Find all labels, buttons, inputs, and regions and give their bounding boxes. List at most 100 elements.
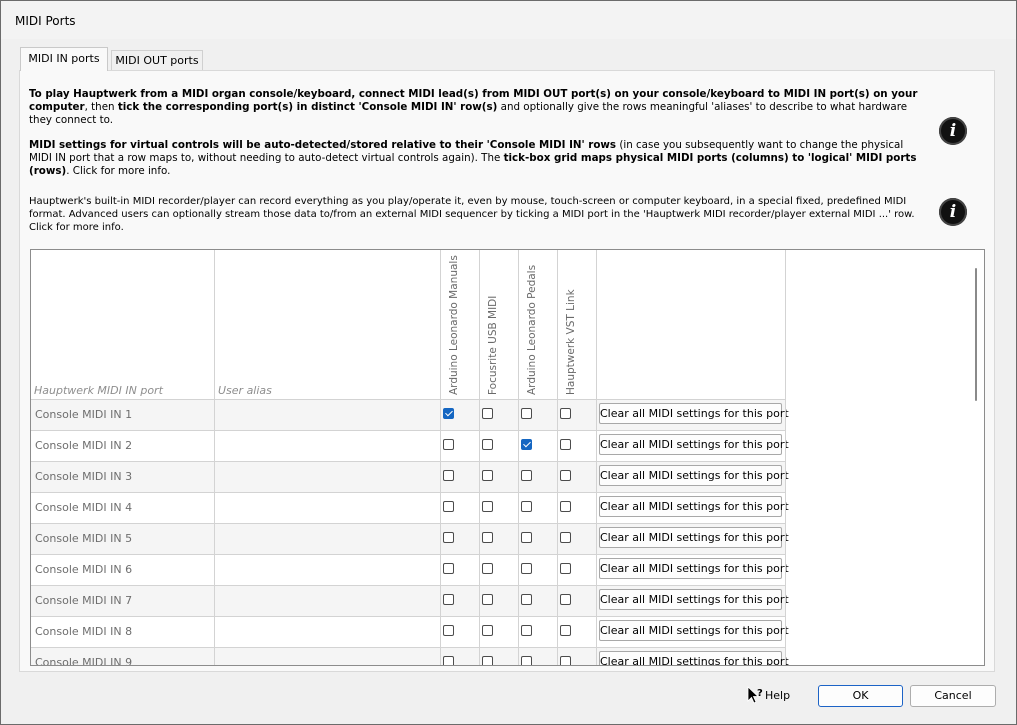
clear-settings-button[interactable]: Clear all MIDI settings for this port [599, 465, 789, 486]
port-checkbox[interactable] [443, 439, 454, 450]
port-checkbox[interactable] [521, 501, 532, 512]
port-checkbox[interactable] [443, 594, 454, 605]
grid-divider [785, 250, 786, 665]
port-checkbox[interactable] [521, 470, 532, 481]
port-checkbox[interactable] [560, 563, 571, 574]
port-checkbox[interactable] [482, 563, 493, 574]
port-checkbox[interactable] [482, 656, 493, 665]
row-port-label: Console MIDI IN 6 [35, 563, 133, 576]
cancel-button[interactable]: Cancel [910, 685, 996, 707]
clear-settings-button[interactable]: Clear all MIDI settings for this port [599, 496, 789, 517]
tab-midi-in-ports[interactable]: MIDI IN ports [20, 47, 108, 71]
port-checkbox[interactable] [560, 501, 571, 512]
grid-divider [31, 430, 785, 431]
port-checkbox[interactable] [521, 408, 532, 419]
tab-panel: To play Hauptwerk from a MIDI organ cons… [19, 70, 995, 672]
port-checkbox[interactable] [482, 408, 493, 419]
tab-midi-out-ports[interactable]: MIDI OUT ports [111, 50, 203, 70]
port-checkbox[interactable] [560, 656, 571, 665]
port-checkbox[interactable] [560, 470, 571, 481]
row-port-label: Console MIDI IN 3 [35, 470, 133, 483]
info-icon[interactable]: i [939, 117, 967, 145]
ok-button[interactable]: OK [818, 685, 903, 707]
row-alias-field[interactable] [218, 470, 438, 484]
port-checkbox[interactable] [560, 625, 571, 636]
port-checkbox[interactable] [560, 439, 571, 450]
row-alias-field[interactable] [218, 408, 438, 422]
grid-divider [557, 250, 558, 665]
intro-paragraph-1: To play Hauptwerk from a MIDI organ cons… [29, 88, 918, 126]
table-row: Console MIDI IN 3 Clear all MIDI settings… [31, 461, 789, 492]
intro-paragraph-3: Hauptwerk's built-in MIDI recorder/playe… [29, 196, 915, 233]
port-checkbox[interactable] [443, 625, 454, 636]
midi-ports-dialog: MIDI Ports MIDI IN ports MIDI OUT ports … [0, 0, 1017, 725]
port-checkbox[interactable] [443, 532, 454, 543]
table-row: Console MIDI IN 1 Clear all MIDI settings… [31, 399, 789, 430]
svg-text:?: ? [757, 688, 763, 699]
port-checkbox[interactable] [482, 470, 493, 481]
grid-divider [479, 250, 480, 665]
port-checkbox[interactable] [443, 470, 454, 481]
port-column-header: Focusrite USB MIDI [487, 295, 499, 395]
alias-column-header: User alias [218, 384, 272, 397]
table-row: Console MIDI IN 4 Clear all MIDI settings… [31, 492, 789, 523]
port-checkbox[interactable] [521, 656, 532, 665]
row-alias-field[interactable] [218, 594, 438, 608]
port-checkbox[interactable] [482, 532, 493, 543]
port-checkbox[interactable] [482, 625, 493, 636]
port-checkbox[interactable] [443, 563, 454, 574]
clear-settings-button[interactable]: Clear all MIDI settings for this port [599, 589, 789, 610]
port-checkbox[interactable] [482, 439, 493, 450]
grid-divider [596, 250, 597, 665]
row-port-label: Console MIDI IN 7 [35, 594, 133, 607]
port-checkbox[interactable] [560, 532, 571, 543]
clear-settings-button[interactable]: Clear all MIDI settings for this port [599, 434, 789, 455]
table-row: Console MIDI IN 5 Clear all MIDI settings… [31, 523, 789, 554]
port-checkbox[interactable] [443, 656, 454, 665]
grid-divider [31, 554, 785, 555]
port-checkbox[interactable] [521, 594, 532, 605]
port-checkbox[interactable] [521, 439, 532, 450]
row-alias-field[interactable] [218, 532, 438, 546]
row-port-label: Console MIDI IN 2 [35, 439, 133, 452]
port-checkbox[interactable] [482, 501, 493, 512]
grid-divider [31, 523, 785, 524]
port-checkbox[interactable] [443, 501, 454, 512]
row-alias-field[interactable] [218, 439, 438, 453]
table-row: Console MIDI IN 2 Clear all MIDI settings… [31, 430, 789, 461]
grid-divider [31, 492, 785, 493]
grid-divider [31, 647, 785, 648]
row-port-label: Console MIDI IN 4 [35, 501, 133, 514]
title-bar: MIDI Ports [1, 1, 1016, 39]
grid-divider [214, 250, 215, 665]
grid-divider [31, 616, 785, 617]
clear-settings-button[interactable]: Clear all MIDI settings for this port [599, 558, 789, 579]
clear-settings-button[interactable]: Clear all MIDI settings for this port [599, 651, 789, 665]
row-port-label: Console MIDI IN 1 [35, 408, 133, 421]
clear-settings-button[interactable]: Clear all MIDI settings for this port [599, 527, 789, 548]
row-alias-field[interactable] [218, 656, 438, 665]
row-alias-field[interactable] [218, 501, 438, 515]
intro-paragraph-2: MIDI settings for virtual controls will … [29, 139, 917, 177]
table-row: Console MIDI IN 6 Clear all MIDI settings… [31, 554, 789, 585]
row-alias-field[interactable] [218, 563, 438, 577]
window-title: MIDI Ports [15, 14, 76, 28]
grid-divider [31, 461, 785, 462]
port-checkbox[interactable] [521, 563, 532, 574]
port-checkbox[interactable] [560, 594, 571, 605]
port-checkbox[interactable] [560, 408, 571, 419]
row-port-label: Console MIDI IN 9 [35, 656, 133, 666]
row-alias-field[interactable] [218, 625, 438, 639]
clear-settings-button[interactable]: Clear all MIDI settings for this port [599, 620, 789, 641]
port-checkbox[interactable] [443, 408, 454, 419]
grid-divider [518, 250, 519, 665]
port-checkbox[interactable] [521, 532, 532, 543]
port-checkbox[interactable] [521, 625, 532, 636]
row-port-label: Console MIDI IN 5 [35, 532, 133, 545]
info-icon[interactable]: i [939, 198, 967, 226]
port-checkbox[interactable] [482, 594, 493, 605]
port-column-header: Hauptwerk MIDI IN port [34, 384, 163, 397]
clear-settings-button[interactable]: Clear all MIDI settings for this port [599, 403, 789, 424]
vertical-scrollbar[interactable] [975, 268, 977, 401]
grid-divider [31, 585, 785, 586]
